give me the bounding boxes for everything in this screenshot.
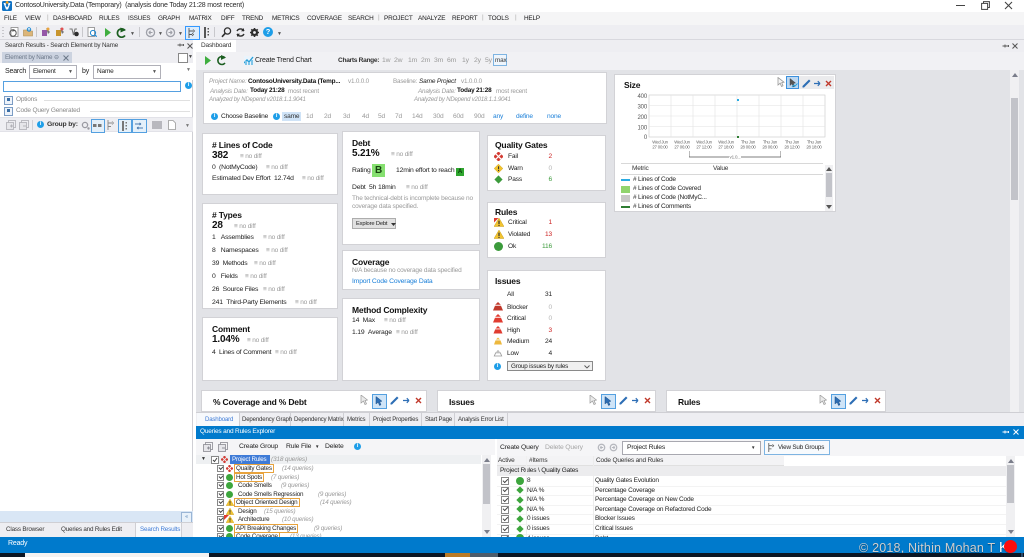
- svg-text:400: 400: [638, 94, 648, 100]
- svg-text:28 06:00: 28 06:00: [762, 145, 778, 150]
- svg-text:200: 200: [638, 115, 648, 121]
- svg-text:100: 100: [638, 126, 648, 132]
- svg-text:0: 0: [644, 135, 648, 141]
- svg-text:27 00:00: 27 00:00: [652, 145, 668, 150]
- svg-text:v1.0...: v1.0...: [730, 155, 741, 160]
- svg-text:300: 300: [638, 105, 648, 111]
- svg-text:27 12:00: 27 12:00: [696, 145, 712, 150]
- svg-text:27 06:00: 27 06:00: [674, 145, 690, 150]
- svg-text:27 18:00: 27 18:00: [718, 145, 734, 150]
- svg-text:28 18:00: 28 18:00: [806, 145, 822, 150]
- svg-text:28 00:00: 28 00:00: [740, 145, 756, 150]
- svg-text:28 12:00: 28 12:00: [784, 145, 800, 150]
